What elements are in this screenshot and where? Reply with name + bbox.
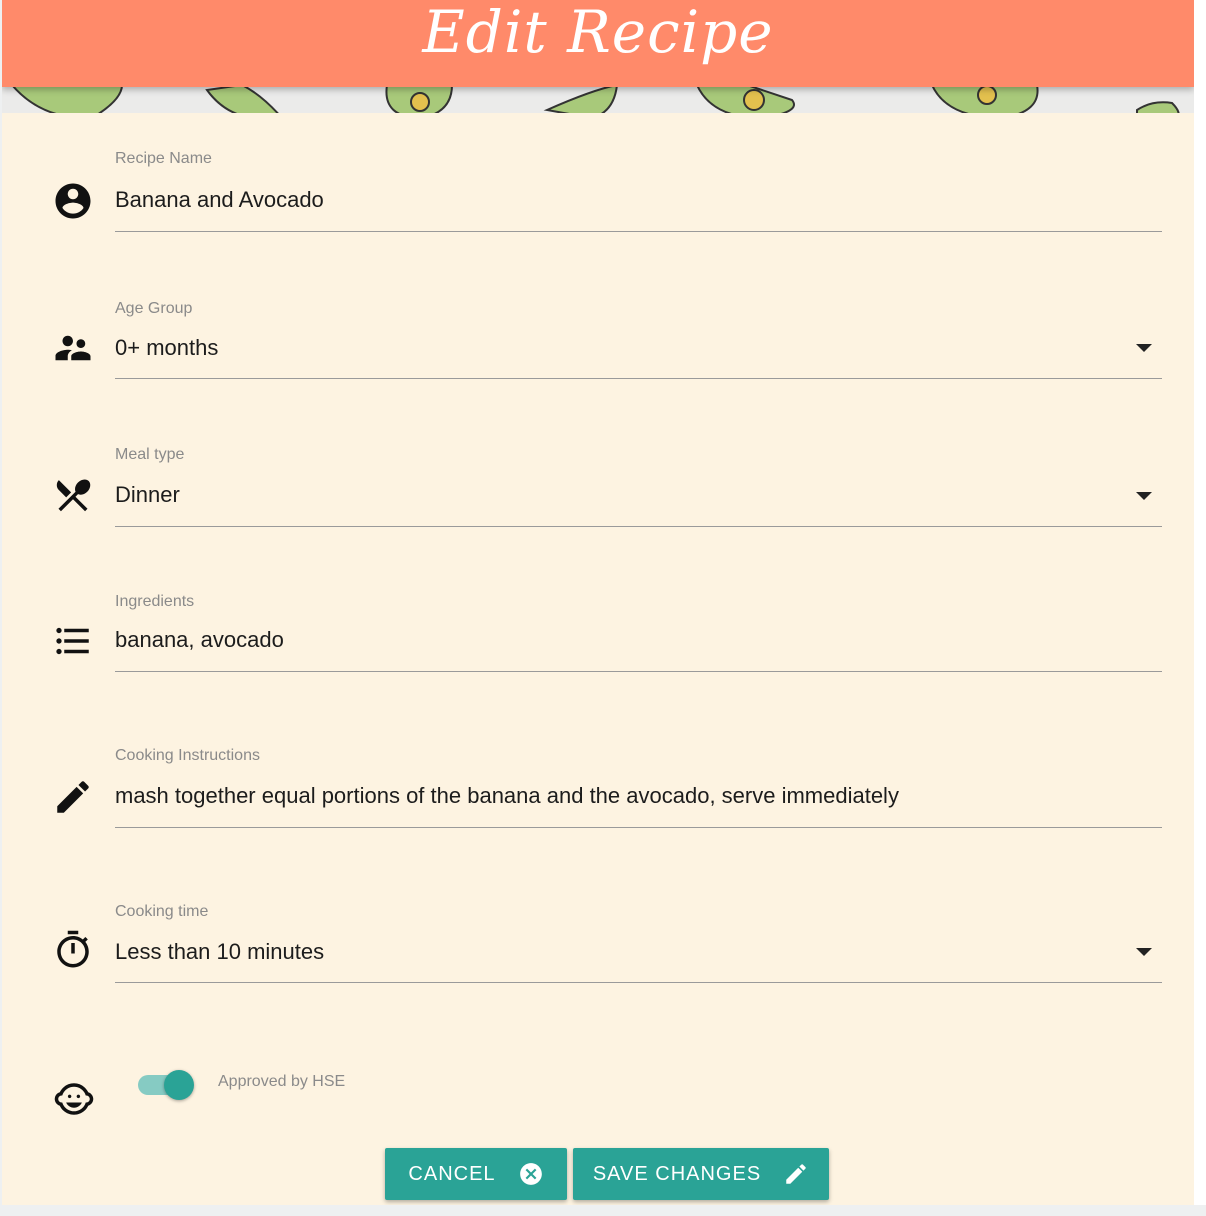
close-circle-icon [518, 1161, 544, 1187]
bottom-gutter [0, 1205, 1206, 1216]
toggle-thumb[interactable] [164, 1070, 194, 1100]
meal-type-value[interactable]: Dinner [115, 482, 1125, 508]
recipe-name-label: Recipe Name [115, 150, 212, 167]
header-bar: Edit Recipe [2, 0, 1194, 87]
utensils-icon [52, 474, 94, 516]
page-title: Edit Recipe [422, 0, 774, 66]
edit-recipe-page: Edit Recipe Recipe Name Banana and Avoca… [2, 0, 1194, 1205]
save-button-label: SAVE CHANGES [592, 1162, 762, 1185]
account-circle-icon [52, 180, 94, 222]
pencil-icon [52, 776, 94, 818]
ingredients-underline [115, 671, 1162, 672]
list-icon [52, 620, 94, 662]
age-group-underline [115, 378, 1162, 379]
approved-label: Approved by HSE [218, 1073, 346, 1090]
ingredients-input[interactable]: banana, avocado [115, 627, 1125, 653]
chevron-down-icon[interactable] [1136, 344, 1152, 352]
cooking-instructions-underline [115, 827, 1162, 828]
cancel-button[interactable]: CANCEL [385, 1148, 567, 1200]
ingredients-label: Ingredients [115, 593, 195, 610]
cooking-time-label: Cooking time [115, 903, 209, 920]
cooking-time-value[interactable]: Less than 10 minutes [115, 939, 1125, 965]
cooking-time-underline [115, 982, 1162, 983]
baby-face-icon [53, 1078, 95, 1120]
save-changes-button[interactable]: SAVE CHANGES [573, 1148, 829, 1200]
cancel-button-label: CANCEL [408, 1162, 496, 1185]
approved-toggle[interactable] [138, 1070, 196, 1100]
people-icon [52, 327, 94, 369]
age-group-value[interactable]: 0+ months [115, 335, 1125, 361]
cooking-instructions-label: Cooking Instructions [115, 747, 260, 764]
meal-type-underline [115, 526, 1162, 527]
chevron-down-icon[interactable] [1136, 492, 1152, 500]
meal-type-label: Meal type [115, 446, 185, 463]
chevron-down-icon[interactable] [1136, 948, 1152, 956]
age-group-label: Age Group [115, 300, 193, 317]
timer-icon [52, 929, 94, 971]
pencil-icon [783, 1161, 809, 1187]
recipe-name-underline [115, 231, 1162, 232]
recipe-name-input[interactable]: Banana and Avocado [115, 187, 1125, 213]
cooking-instructions-input[interactable]: mash together equal portions of the bana… [115, 783, 1125, 809]
right-gutter [1194, 0, 1206, 1216]
